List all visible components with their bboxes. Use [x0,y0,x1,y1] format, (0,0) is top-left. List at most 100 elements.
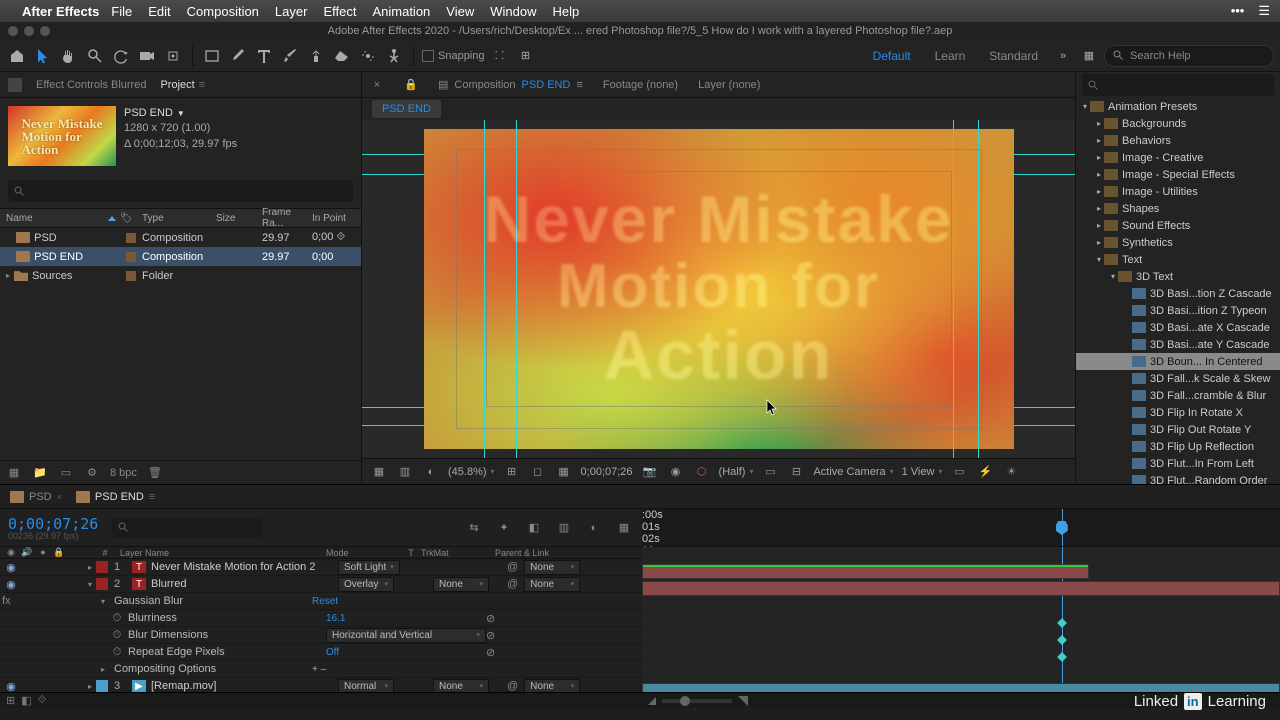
pickwhip-icon[interactable]: @ [507,561,518,573]
project-settings-icon[interactable]: ⚙ [84,465,100,481]
resolution-icon[interactable]: ⊞ [503,463,521,481]
visibility-toggle-icon[interactable]: ◉ [4,680,18,693]
menu-edit[interactable]: Edit [148,4,170,19]
link-icon[interactable]: ⊘ [486,629,506,642]
zoom-slider-thumb[interactable] [680,696,690,706]
preset-tree-item[interactable]: 3D Fall...cramble & Blur [1076,387,1280,404]
keyframe-icon[interactable] [1057,652,1067,662]
workspace-options-icon[interactable]: ▦ [1078,45,1100,67]
preset-tree-item[interactable]: 3D Flip Out Rotate Y [1076,421,1280,438]
app-name[interactable]: After Effects [22,4,99,19]
menu-view[interactable]: View [446,4,474,19]
menu-animation[interactable]: Animation [372,4,430,19]
project-item[interactable]: ▸SourcesFolder [0,266,361,285]
grid-guides-icon[interactable]: ▦ [555,463,573,481]
mode-dropdown[interactable]: None▾ [524,679,580,693]
menu-effect[interactable]: Effect [323,4,356,19]
zoom-tool-icon[interactable] [84,45,106,67]
preset-tree-item[interactable]: ▸Image - Creative [1076,149,1280,166]
keyframe-icon[interactable] [1057,618,1067,628]
timeline-icon[interactable]: ⊟ [787,463,805,481]
rectangle-tool-icon[interactable] [201,45,223,67]
new-comp-icon[interactable]: ▭ [58,465,74,481]
preset-tree-item[interactable]: 3D Basi...tion Z Cascade [1076,285,1280,302]
fast-draft-icon[interactable]: ⚡ [976,463,994,481]
interpret-footage-icon[interactable]: ▦ [6,465,22,481]
tab-composition[interactable]: ▤ Composition PSD END ≡ [438,78,583,91]
keyframe-icon[interactable] [1057,635,1067,645]
visibility-toggle-icon[interactable]: ◉ [4,578,18,591]
show-snapshot-icon[interactable]: ◉ [667,463,685,481]
project-columns[interactable]: Name 🏷 Type Size Frame Ra... In Point [0,208,361,228]
always-preview-icon[interactable]: ▦ [370,463,388,481]
menu-composition[interactable]: Composition [187,4,259,19]
resolution-dropdown[interactable]: (Half)▾ [719,466,754,478]
timeline-columns[interactable]: ◉🔊●🔒 # Layer Name Mode T TrkMat Parent &… [0,547,642,559]
project-item[interactable]: PSD ENDComposition29.970;00 [0,247,361,266]
pen-tool-icon[interactable] [227,45,249,67]
label-color-icon[interactable] [126,271,136,281]
pickwhip-icon[interactable]: @ [507,578,518,590]
layer-duration-bar[interactable] [642,683,1280,692]
eraser-tool-icon[interactable] [331,45,353,67]
preset-tree-item[interactable]: ▸Shapes [1076,200,1280,217]
layer-duration-bar[interactable] [642,581,1280,596]
clone-tool-icon[interactable] [305,45,327,67]
views-dropdown[interactable]: 1 View▾ [902,466,943,478]
preset-tree-item[interactable]: 3D Flut...Random Order [1076,472,1280,484]
viewer-lock-icon[interactable]: 🔒 [404,78,418,92]
preset-tree-item[interactable]: ▸Sound Effects [1076,217,1280,234]
mode-dropdown[interactable]: Overlay▾ [338,577,394,592]
preset-tree-item[interactable]: 3D Flut...In From Left [1076,455,1280,472]
link-icon[interactable]: ⊘ [486,612,506,625]
menubar-list-icon[interactable]: ☰ [1258,3,1270,19]
preset-tree-item[interactable]: ▾3D Text [1076,268,1280,285]
hand-tool-icon[interactable] [58,45,80,67]
property-row[interactable]: ⏱Blur DimensionsHorizontal and Vertical▾… [0,627,642,644]
project-search[interactable] [8,180,353,202]
fx-panel-icon[interactable] [8,78,22,92]
preset-tree-item[interactable]: ▸Synthetics [1076,234,1280,251]
preset-tree-item[interactable]: ▾Text [1076,251,1280,268]
channel-icon[interactable]: ⬡ [693,463,711,481]
time-ruler[interactable]: :00s01s02s03s04s05s06s07s08s09s10s11s12s [642,509,1280,546]
timeline-layer-row[interactable]: ◉▸3▶[Remap.mov]Normal▾None▾@None▾ [0,678,642,692]
workspace-more-icon[interactable]: » [1052,45,1074,67]
workspace-default[interactable]: Default [863,49,921,63]
preset-tree-item[interactable]: 3D Boun... In Centered [1076,353,1280,370]
label-color-icon[interactable] [96,578,108,590]
timeline-tab[interactable]: PSD × [10,491,62,503]
camera-tool-icon[interactable] [136,45,158,67]
comp-mini-flowchart-icon[interactable]: ⇆ [464,518,484,538]
viewer-close-icon[interactable]: × [370,78,384,92]
tab-layer[interactable]: Layer (none) [698,79,760,91]
tab-project[interactable]: Project ≡ [160,79,205,91]
camera-dropdown[interactable]: Active Camera▾ [813,466,893,478]
home-tool-icon[interactable] [6,45,28,67]
workspace-learn[interactable]: Learn [925,49,976,63]
composition-canvas[interactable]: Never Mistake Motion for Action [424,129,1014,449]
snapping-checkbox[interactable]: Snapping [422,50,485,62]
zoom-dropdown[interactable]: (45.8%)▾ [448,466,495,478]
preset-tree-item[interactable]: 3D Basi...ition Z Typeon [1076,302,1280,319]
preset-tree-item[interactable]: 3D Fall...k Scale & Skew [1076,370,1280,387]
mode-dropdown[interactable]: None▾ [524,577,580,592]
menu-layer[interactable]: Layer [275,4,308,19]
snap-opt2-icon[interactable]: ⊞ [515,45,537,67]
preset-tree-item[interactable]: 3D Flip In Rotate X [1076,404,1280,421]
puppet-tool-icon[interactable] [383,45,405,67]
effect-row[interactable]: fx▾Gaussian BlurReset [0,593,642,610]
current-timecode[interactable]: 0;00;07;26 [8,515,98,533]
preset-tree-item[interactable]: 3D Basi...ate Y Cascade [1076,336,1280,353]
fast-previews-icon[interactable]: ▭ [761,463,779,481]
pickwhip-icon[interactable]: @ [507,680,518,692]
label-color-icon[interactable] [126,233,136,243]
timeline-search[interactable] [112,518,262,538]
property-row[interactable]: ⏱Repeat Edge PixelsOff⊘ [0,644,642,661]
stopwatch-icon[interactable]: ⏱ [110,646,124,659]
motion-blur-icon[interactable]: ◐ [584,518,604,538]
mode-dropdown[interactable]: Soft Light▾ [338,560,400,575]
timeline-layer-row[interactable]: ◉▸1TNever Mistake Motion for Action 2Sof… [0,559,642,576]
menu-window[interactable]: Window [490,4,536,19]
window-traffic-lights[interactable] [8,26,50,36]
